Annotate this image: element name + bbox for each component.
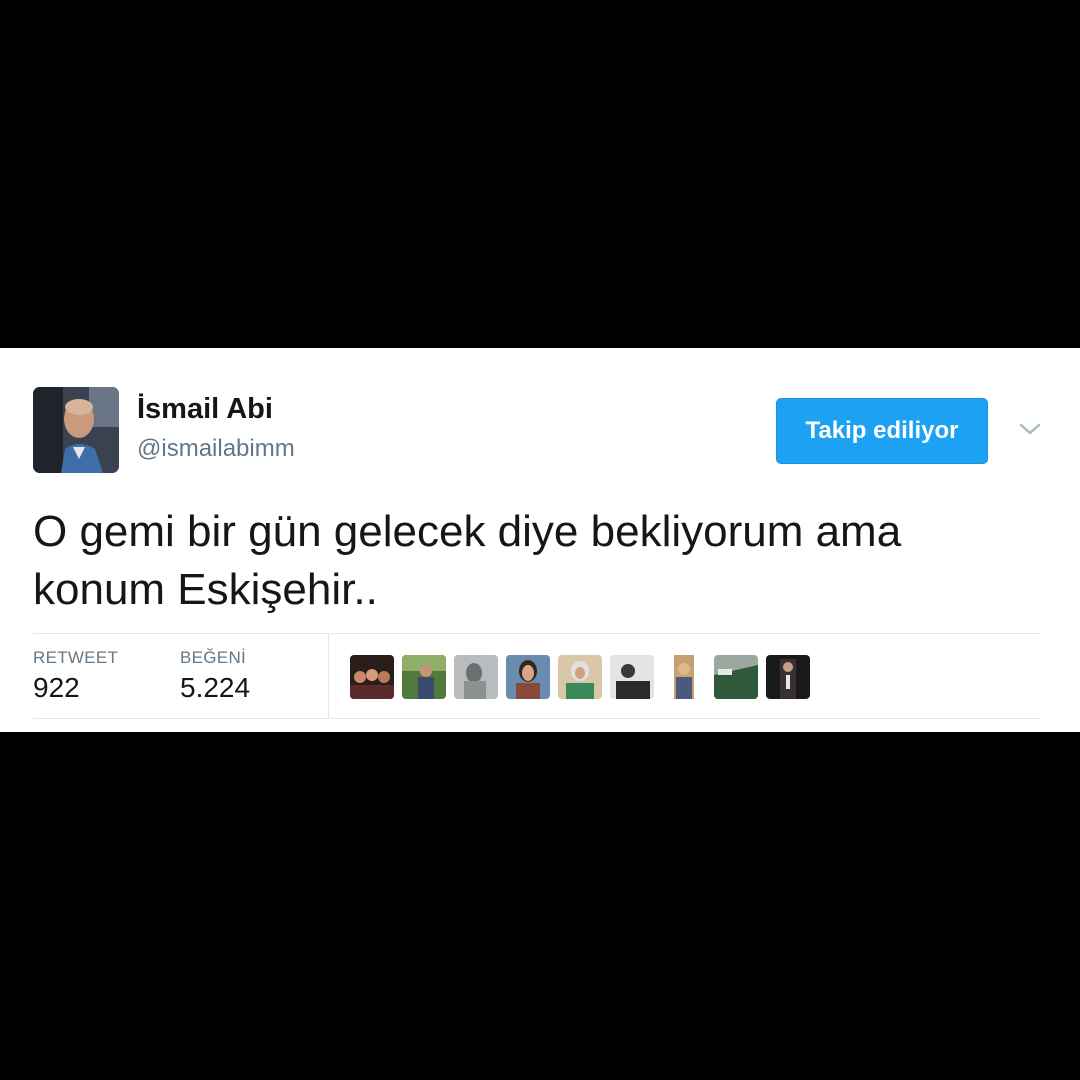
liker-avatar[interactable] — [610, 655, 654, 699]
liker-avatar[interactable] — [350, 655, 394, 699]
like-count[interactable]: 5.224 — [180, 672, 250, 704]
liker-avatars — [350, 655, 810, 699]
liker-avatar[interactable] — [766, 655, 810, 699]
chevron-down-icon[interactable] — [1016, 417, 1044, 441]
retweet-count[interactable]: 922 — [33, 672, 80, 704]
like-label[interactable]: BEĞENİ — [180, 648, 246, 668]
following-button[interactable]: Takip ediliyor — [776, 398, 988, 464]
stats-bottom-divider — [33, 718, 1041, 719]
liker-avatar[interactable] — [506, 655, 550, 699]
tweet-text: O gemi bir gün gelecek diye bekliyorum a… — [33, 507, 902, 614]
stats-top-divider — [33, 633, 1041, 634]
liker-avatar[interactable] — [558, 655, 602, 699]
stats-separator — [328, 634, 329, 718]
liker-avatar[interactable] — [402, 655, 446, 699]
liker-avatar[interactable] — [714, 655, 758, 699]
author-avatar[interactable] — [33, 387, 119, 473]
liker-avatar[interactable] — [662, 655, 706, 699]
author-handle[interactable]: @ismailabimm — [137, 434, 295, 464]
liker-avatar[interactable] — [454, 655, 498, 699]
retweet-label[interactable]: RETWEET — [33, 648, 118, 668]
author-display-name[interactable]: İsmail Abi — [137, 391, 273, 427]
